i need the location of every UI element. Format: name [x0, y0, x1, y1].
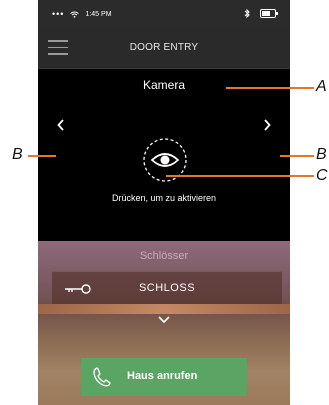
call-home-button[interactable]: Haus anrufen	[81, 358, 247, 396]
callout-a-label: A	[316, 78, 327, 95]
lock-item-label: SCHLOSS	[138, 282, 196, 294]
status-bar: ••• 1:45 PM	[38, 0, 290, 30]
chevron-right-icon	[264, 119, 271, 131]
chevron-left-icon	[57, 119, 64, 131]
status-time: 1:45 PM	[85, 10, 112, 18]
page-title: DOOR ENTRY	[129, 42, 199, 53]
activate-hint-text: Drücken, um zu aktivieren	[111, 193, 217, 203]
section-divider	[38, 304, 290, 314]
next-camera-button[interactable]	[262, 116, 272, 136]
camera-area: Kamera Drücken, um zu aktivieren	[38, 69, 290, 241]
previous-camera-button[interactable]	[56, 116, 66, 136]
callout-b-left-line	[28, 155, 56, 157]
battery-icon	[260, 9, 278, 18]
locks-section: Schlösser SCHLOSS Haus anrufen	[38, 241, 290, 405]
callout-c-line	[166, 175, 314, 177]
callout-c-label: C	[316, 167, 328, 184]
camera-label: Kamera	[142, 78, 186, 92]
lock-item[interactable]: SCHLOSS	[52, 271, 282, 305]
bluetooth-icon	[244, 9, 250, 18]
callout-a-line	[226, 87, 314, 89]
app-header: DOOR ENTRY	[38, 30, 290, 69]
chevron-down-icon[interactable]	[157, 315, 171, 325]
wifi-icon	[70, 11, 80, 18]
callout-b-left-label: B	[12, 146, 23, 163]
phone-icon	[93, 367, 111, 387]
phone-screen: ••• 1:45 PM DOOR ENTRY Kamera Drücken, u…	[38, 0, 290, 405]
locks-section-title: Schlösser	[139, 250, 189, 262]
callout-b-right-label: B	[316, 146, 327, 163]
call-home-label: Haus anrufen	[127, 370, 198, 382]
callout-b-right-line	[280, 155, 314, 157]
signal-dots-icon: •••	[52, 9, 65, 19]
